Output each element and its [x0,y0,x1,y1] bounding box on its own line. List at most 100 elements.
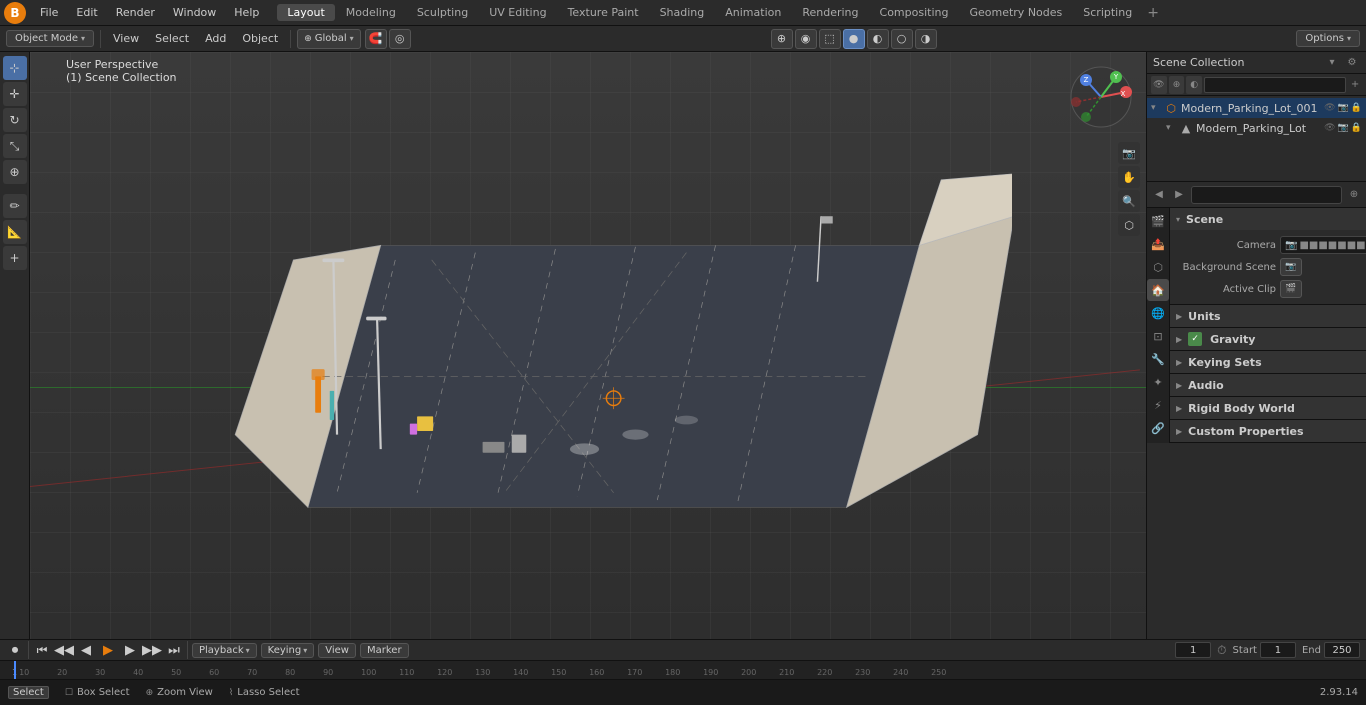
jump-start-btn[interactable]: ⏮ [33,641,51,659]
outliner-filter-btn[interactable]: ▾ [1324,55,1340,71]
props-filter-btn[interactable]: ⊕ [1346,187,1362,203]
end-frame-value[interactable]: 250 [1324,642,1360,658]
3d-viewport[interactable]: User Perspective (1) Scene Collection X [30,52,1146,639]
next-frame-btn[interactable]: ▶ [121,641,139,659]
playback-dropdown[interactable]: Playback ▾ [192,643,257,658]
camera-value[interactable]: 📷 ■■■■■■■■ [1280,236,1366,254]
menu-render[interactable]: Render [108,4,163,21]
menu-file[interactable]: File [32,4,66,21]
viewport-gizmos-button[interactable]: ⊕ [771,29,793,49]
camera-view-btn[interactable]: 📷 [1118,142,1140,164]
viewport-object-menu[interactable]: Object [236,30,284,47]
props-icon-physics[interactable]: ⚡ [1147,394,1169,416]
props-icon-constraints[interactable]: 🔗 [1147,417,1169,439]
props-icon-modifier[interactable]: 🔧 [1147,348,1169,370]
cursor-tool[interactable]: ⊹ [3,56,27,80]
collection-btn[interactable]: ⬡ [1118,214,1140,236]
prev-frame-btn[interactable]: ◀ [77,641,95,659]
render-icon[interactable]: 📷 [1338,103,1349,113]
tab-compositing[interactable]: Compositing [870,4,959,21]
props-nav-back[interactable]: ◀ [1151,187,1167,203]
props-icon-scene[interactable]: 🏠 [1147,279,1169,301]
outliner-sort-btn[interactable]: ⚙ [1344,55,1360,71]
keying-sets-section-header[interactable]: ▶ Keying Sets [1170,351,1366,373]
rigid-body-world-section-header[interactable]: ▶ Rigid Body World [1170,397,1366,419]
solid-shading-button[interactable]: ● [843,29,865,49]
properties-search[interactable] [1191,186,1342,204]
material-shading-button[interactable]: ◐ [867,29,889,49]
tab-shading[interactable]: Shading [650,4,715,21]
current-frame-field[interactable]: 1 [1175,642,1211,658]
timeline-scrubber[interactable]: 1 10 20 30 40 50 60 70 80 90 100 110 120… [0,661,1366,679]
viewport-add-menu[interactable]: Add [199,30,232,47]
menu-help[interactable]: Help [226,4,267,21]
props-icon-particles[interactable]: ✦ [1147,371,1169,393]
eye-icon[interactable]: 👁 [1324,103,1335,113]
custom-properties-section-header[interactable]: ▶ Custom Properties [1170,420,1366,442]
units-section-header[interactable]: ▶ Units [1170,305,1366,327]
zoom-in-btn[interactable]: 🔍 [1118,190,1140,212]
tab-modeling[interactable]: Modeling [336,4,406,21]
hand-tool-btn[interactable]: ✋ [1118,166,1140,188]
tab-sculpting[interactable]: Sculpting [407,4,478,21]
tab-texture-paint[interactable]: Texture Paint [558,4,649,21]
props-icon-viewlayer[interactable]: ⬡ [1147,256,1169,278]
tab-geometry-nodes[interactable]: Geometry Nodes [959,4,1072,21]
tab-scripting[interactable]: Scripting [1073,4,1142,21]
view-dropdown[interactable]: View [318,643,356,658]
add-workspace-button[interactable]: + [1143,5,1163,21]
snap-button[interactable]: 🧲 [365,29,387,49]
viewport-gizmo[interactable]: X Y Z [1066,62,1136,132]
background-scene-icon[interactable]: 📷 [1280,258,1302,276]
outliner-item-mesh[interactable]: ▾ ▲ Modern_Parking_Lot 👁 📷 🔒 [1147,118,1366,138]
tab-uv-editing[interactable]: UV Editing [479,4,556,21]
object-mode-dropdown[interactable]: Object Mode ▾ [6,30,94,47]
scale-tool[interactable]: ⤡ [3,134,27,158]
audio-section-header[interactable]: ▶ Audio [1170,374,1366,396]
start-frame-value[interactable]: 1 [1260,642,1296,658]
eye-icon-2[interactable]: 👁 [1324,123,1335,133]
eevee-button[interactable]: ◑ [915,29,937,49]
outliner-view-btn[interactable]: 👁 [1151,76,1167,94]
outliner-search[interactable] [1204,77,1346,93]
render-icon-2[interactable]: 📷 [1338,123,1349,133]
viewport-view-menu[interactable]: View [107,30,145,47]
props-icon-render[interactable]: 🎬 [1147,210,1169,232]
menu-edit[interactable]: Edit [68,4,105,21]
active-clip-icon[interactable]: 🎬 [1280,280,1302,298]
outliner-hide-btn[interactable]: ◐ [1186,76,1202,94]
outliner-select-btn[interactable]: ⊕ [1169,76,1185,94]
next-keyframe-btn[interactable]: ▶▶ [143,641,161,659]
lock-icon[interactable]: 🔒 [1351,103,1362,113]
options-button[interactable]: Options ▾ [1296,30,1360,47]
move-tool[interactable]: ✛ [3,82,27,106]
props-nav-fwd[interactable]: ▶ [1171,187,1187,203]
lock-icon-2[interactable]: 🔒 [1351,123,1362,133]
keying-dropdown[interactable]: Keying ▾ [261,643,315,658]
outliner-item-collection[interactable]: ▾ ⬡ Modern_Parking_Lot_001 👁 📷 🔒 [1147,98,1366,118]
tab-rendering[interactable]: Rendering [792,4,868,21]
prev-keyframe-btn[interactable]: ◀◀ [55,641,73,659]
rendered-shading-button[interactable]: ○ [891,29,913,49]
play-btn[interactable]: ▶ [99,641,117,659]
transform-tool[interactable]: ⊕ [3,160,27,184]
menu-window[interactable]: Window [165,4,224,21]
transform-dropdown[interactable]: ⊕ Global ▾ [297,29,360,49]
annotate-tool[interactable]: ✏ [3,194,27,218]
outliner-new-btn[interactable]: + [1348,77,1362,93]
props-icon-output[interactable]: 📤 [1147,233,1169,255]
tab-animation[interactable]: Animation [715,4,791,21]
add-tool[interactable]: + [3,246,27,270]
props-icon-world[interactable]: 🌐 [1147,302,1169,324]
rotate-tool[interactable]: ↻ [3,108,27,132]
jump-end-btn[interactable]: ⏭ [165,641,183,659]
xray-button[interactable]: ⬚ [819,29,841,49]
scene-section-header[interactable]: ▾ Scene [1170,208,1366,230]
props-icon-object[interactable]: ⊡ [1147,325,1169,347]
gravity-section-header[interactable]: ▶ ✓ Gravity [1170,328,1366,350]
gravity-checkbox[interactable]: ✓ [1188,332,1202,346]
viewport-select-menu[interactable]: Select [149,30,195,47]
timeline-record-btn[interactable]: ⏺ [6,641,24,659]
measure-tool[interactable]: 📐 [3,220,27,244]
marker-dropdown[interactable]: Marker [360,643,409,658]
